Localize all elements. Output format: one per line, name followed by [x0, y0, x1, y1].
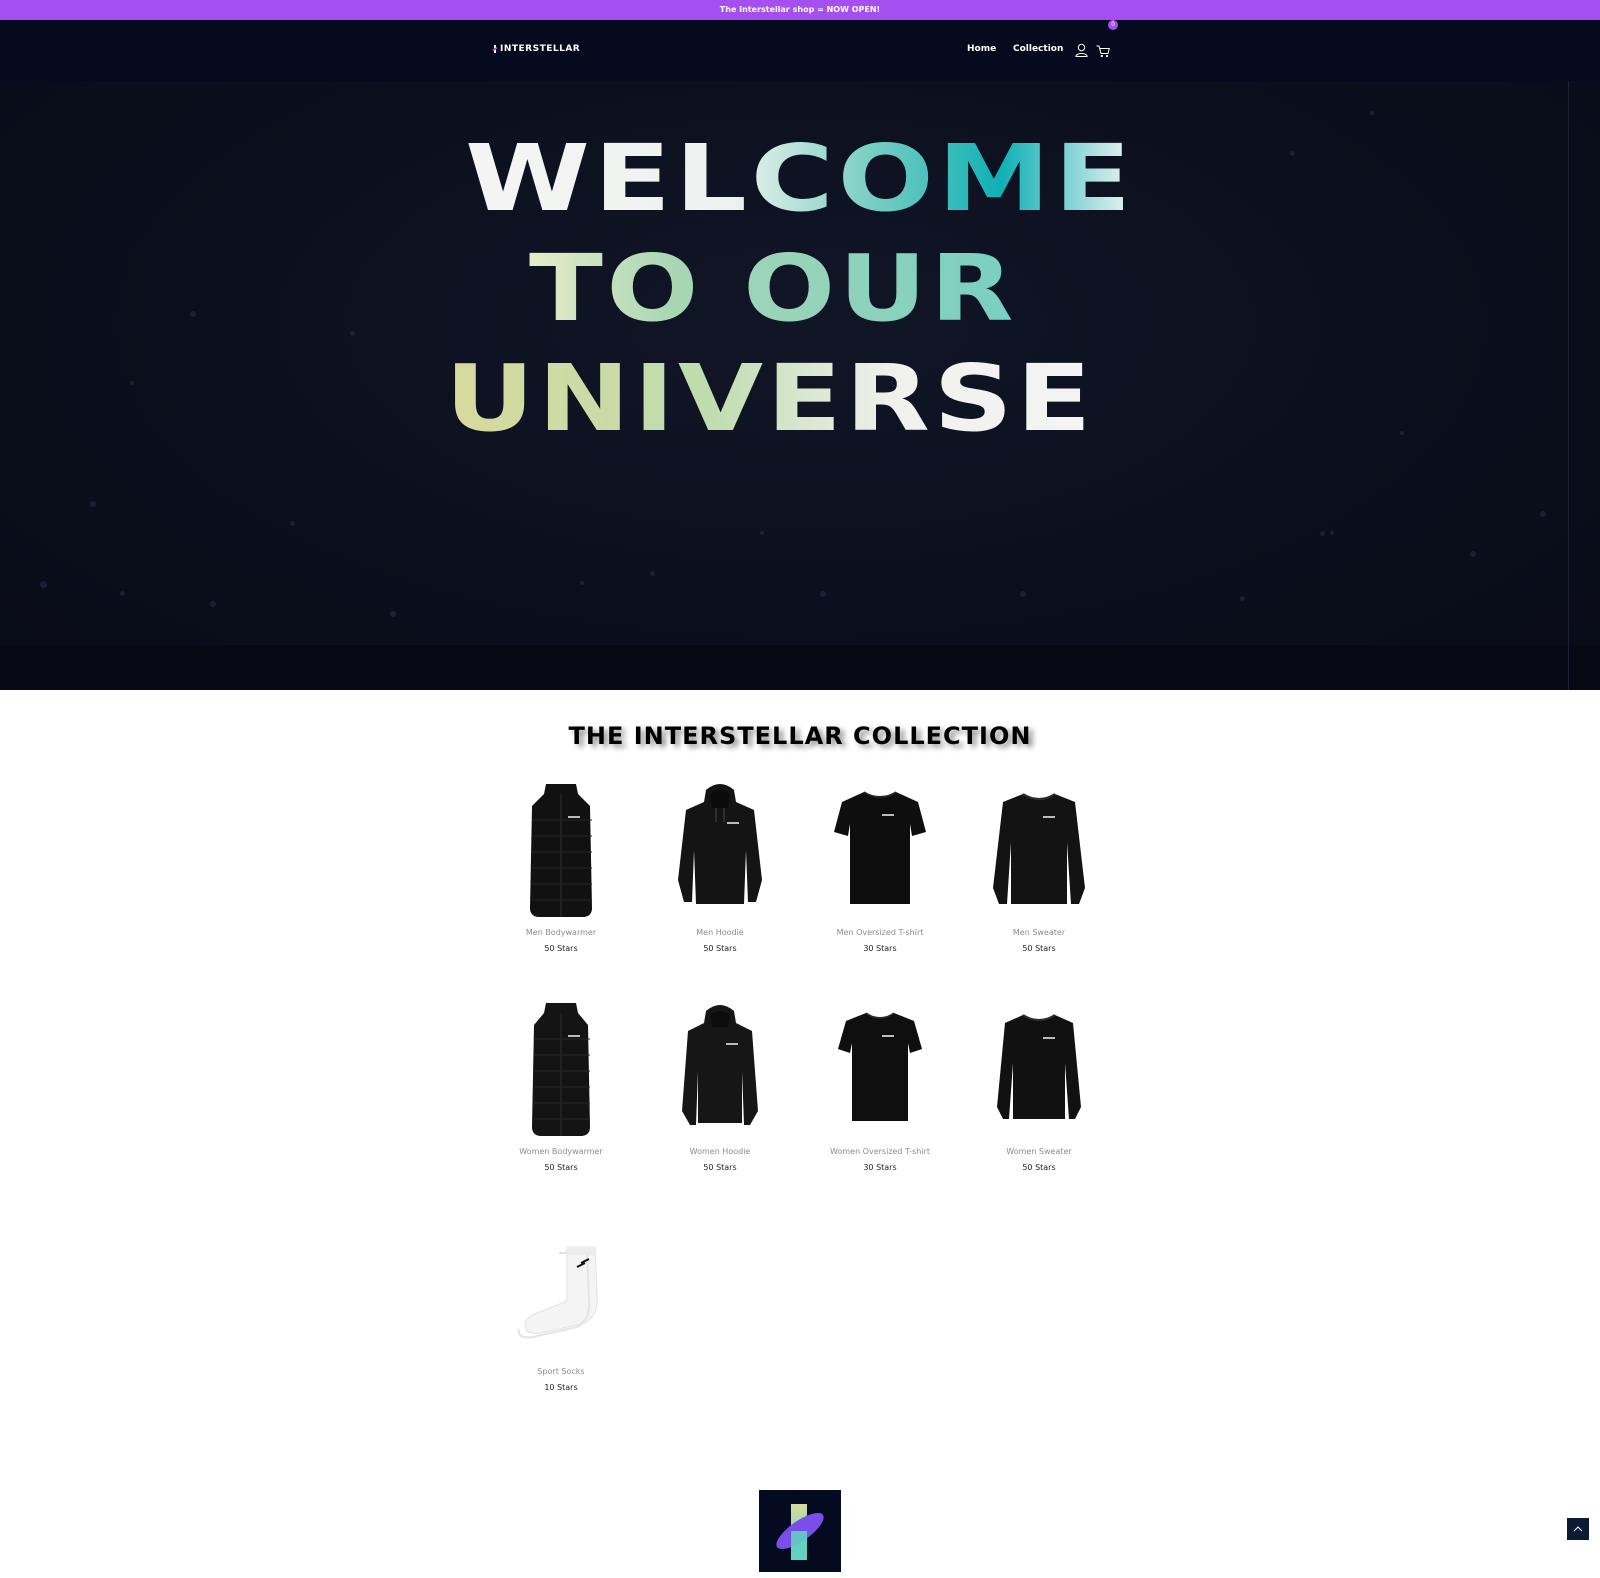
product-card[interactable]: Women Bodywarmer 50 Stars — [481, 999, 641, 1173]
product-card[interactable]: Sport Socks 10 Stars — [481, 1219, 641, 1393]
hero-line-1: WELCOME — [465, 125, 1135, 232]
product-price: 50 Stars — [1022, 944, 1056, 953]
product-name: Women Bodywarmer — [519, 1147, 603, 1156]
hero-edge-line — [1568, 81, 1569, 690]
product-card[interactable]: Men Oversized T-shirt 30 Stars — [800, 780, 960, 954]
product-name: Men Sweater — [1012, 928, 1066, 937]
chevron-up-icon — [1573, 1526, 1583, 1532]
hero-line-2: TO OUR — [529, 235, 1017, 342]
hero-line-3: UNIVERSE — [445, 345, 1095, 452]
sweater-image — [997, 1014, 1081, 1119]
sweater-image — [993, 793, 1085, 904]
product-price: 50 Stars — [544, 944, 578, 953]
collection-title: THE INTERSTELLAR COLLECTION — [568, 722, 1032, 750]
logo-text: INTERSTELLAR — [500, 44, 581, 54]
vest-image — [530, 784, 592, 917]
product-name: Men Bodywarmer — [525, 928, 597, 937]
vest-image — [532, 1003, 590, 1136]
announcement-text: The Interstellar shop = NOW OPEN! — [719, 5, 881, 14]
logo-mark-icon — [492, 45, 498, 53]
hoodie-image — [678, 784, 762, 904]
interstellar-logo-icon[interactable] — [759, 1490, 841, 1572]
product-name: Women Oversized T-shirt — [830, 1147, 930, 1156]
product-price: 10 Stars — [544, 1383, 578, 1392]
socks-image — [517, 1246, 598, 1339]
nav-collection[interactable]: Collection — [1013, 44, 1063, 54]
product-name: Men Oversized T-shirt — [836, 928, 924, 937]
product-card[interactable]: Women Oversized T-shirt 30 Stars — [800, 999, 960, 1173]
scroll-top-button[interactable] — [1567, 1518, 1589, 1540]
tshirt-image — [838, 1012, 922, 1121]
product-price: 50 Stars — [1022, 1163, 1056, 1172]
site-logo[interactable]: INTERSTELLAR — [492, 44, 580, 54]
announcement-bar: The Interstellar shop = NOW OPEN! — [0, 0, 1600, 20]
hero-bottom-band — [0, 645, 1600, 690]
tshirt-image — [834, 791, 926, 904]
product-card[interactable]: Men Bodywarmer 50 Stars — [481, 780, 641, 954]
product-price: 30 Stars — [863, 944, 897, 953]
product-name: Women Sweater — [1006, 1147, 1072, 1156]
user-icon[interactable] — [1075, 42, 1088, 61]
cart-icon[interactable] — [1096, 43, 1110, 62]
hero-section: WELCOME TO OUR UNIVERSE — [0, 81, 1600, 690]
site-header: INTERSTELLAR Home Collection — [0, 20, 1600, 81]
nav-home[interactable]: Home — [967, 44, 996, 54]
product-card[interactable]: Men Hoodie 50 Stars — [640, 780, 800, 954]
cart-count-badge: 0 — [1108, 20, 1118, 30]
product-card[interactable]: Women Hoodie 50 Stars — [640, 999, 800, 1173]
product-price: 50 Stars — [544, 1163, 578, 1172]
product-name: Men Hoodie — [696, 928, 744, 937]
product-name: Women Hoodie — [689, 1147, 751, 1156]
product-price: 50 Stars — [703, 1163, 737, 1172]
hoodie-image — [682, 1005, 758, 1125]
hero-title: WELCOME TO OUR UNIVERSE — [445, 125, 1135, 452]
product-card[interactable]: Women Sweater 50 Stars — [959, 999, 1119, 1173]
product-card[interactable]: Men Sweater 50 Stars — [959, 780, 1119, 954]
product-price: 50 Stars — [703, 944, 737, 953]
product-name: Sport Socks — [537, 1367, 585, 1376]
product-price: 30 Stars — [863, 1163, 897, 1172]
